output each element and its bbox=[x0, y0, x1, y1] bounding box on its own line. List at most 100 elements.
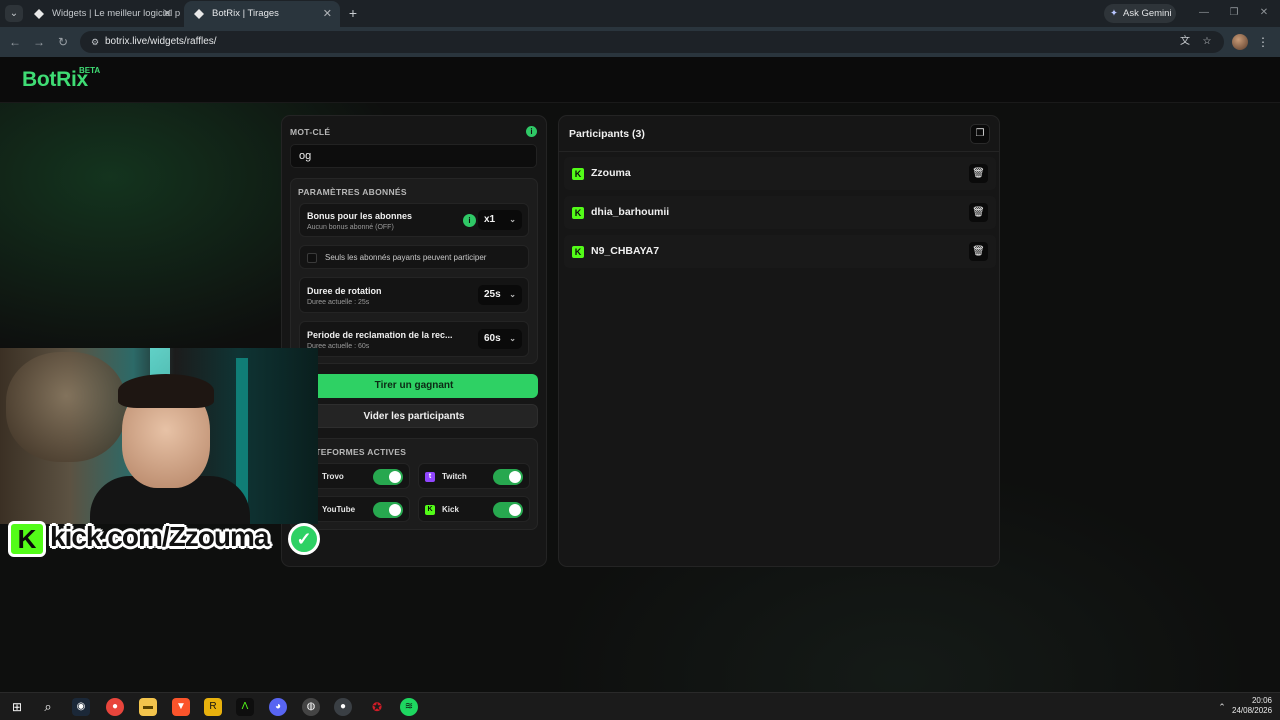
copy-icon[interactable]: ❐ bbox=[970, 124, 990, 144]
app-icon[interactable]: Λ bbox=[236, 698, 254, 716]
trovo-toggle[interactable] bbox=[373, 469, 403, 485]
browser-toolbar: ← → ↻ ⚙ botrix.live/widgets/raffles/ 文 ☆… bbox=[0, 27, 1280, 57]
toggle-knob bbox=[509, 471, 521, 483]
browser-tab-bar: ⌄ Widgets | Le meilleur logiciel p ✕ Bot… bbox=[0, 0, 1280, 27]
translate-icon[interactable]: 文 bbox=[1178, 35, 1192, 49]
claim-period-select[interactable]: 60s ⌄ bbox=[478, 329, 522, 349]
participant-row: K Zzouma 🗑 bbox=[564, 157, 996, 190]
browser-tab-botrix-tirages[interactable]: BotRix | Tirages ✕ bbox=[184, 1, 340, 27]
keyword-input[interactable] bbox=[290, 144, 537, 168]
botrix-logo[interactable]: BotRix bbox=[22, 68, 88, 92]
kick-icon: K bbox=[572, 207, 584, 219]
back-arrow-icon[interactable]: ← bbox=[6, 33, 24, 51]
participant-row: K dhia_barhoumii 🗑 bbox=[564, 196, 996, 229]
keyword-label: MOT-CLÉ bbox=[290, 127, 331, 137]
trash-icon[interactable]: 🗑 bbox=[969, 242, 988, 261]
toggle-knob bbox=[389, 471, 401, 483]
participant-row: K N9_CHBAYA7 🗑 bbox=[564, 235, 996, 268]
wall-art bbox=[6, 352, 126, 462]
restore-window-icon[interactable]: ❐ bbox=[1224, 4, 1244, 22]
brave-icon[interactable]: ▼ bbox=[172, 698, 190, 716]
minimize-window-icon[interactable]: — bbox=[1194, 4, 1214, 22]
kick-icon: K bbox=[425, 505, 435, 515]
twitch-icon: t bbox=[425, 472, 435, 482]
bonus-info-icon[interactable]: i bbox=[463, 214, 476, 227]
kick-channel-banner: K kick.com/Zzouma ✓ bbox=[8, 519, 320, 559]
rotation-title: Duree de rotation bbox=[307, 286, 382, 296]
participant-name: dhia_barhoumii bbox=[591, 206, 670, 218]
bonus-title: Bonus pour les abonnes bbox=[307, 211, 413, 221]
app-header: BotRix BETA bbox=[0, 57, 1280, 103]
discord-icon[interactable]: ◕ bbox=[269, 698, 287, 716]
participants-header: Participants (3) ❐ bbox=[559, 116, 999, 152]
chrome-active-icon[interactable]: ● bbox=[334, 698, 352, 716]
chevron-down-icon: ⌄ bbox=[509, 290, 516, 299]
bonus-multiplier-select[interactable]: x1 ⌄ bbox=[478, 210, 522, 230]
close-tab-icon[interactable]: ✕ bbox=[323, 1, 332, 27]
participant-name: N9_CHBAYA7 bbox=[591, 245, 660, 257]
browser-tab-widgets[interactable]: Widgets | Le meilleur logiciel p ✕ bbox=[24, 1, 180, 27]
ask-gemini-button[interactable]: ✦ Ask Gemini bbox=[1104, 4, 1176, 23]
draw-winner-button[interactable]: Tirer un gagnant bbox=[290, 374, 538, 398]
tab-title: Widgets | Le meilleur logiciel p bbox=[52, 8, 180, 19]
tray-chevron-up-icon[interactable]: ⌃ bbox=[1216, 699, 1228, 715]
platform-name: Trovo bbox=[322, 472, 344, 481]
close-tab-icon[interactable]: ✕ bbox=[163, 1, 172, 27]
webcam-overlay bbox=[0, 348, 318, 524]
tab-title: BotRix | Tirages bbox=[212, 8, 279, 19]
browser-menu-icon[interactable]: ⋮ bbox=[1256, 33, 1270, 51]
bookmark-star-icon[interactable]: ☆ bbox=[1200, 35, 1214, 49]
platform-name: Twitch bbox=[442, 472, 467, 481]
trash-icon[interactable]: 🗑 bbox=[969, 203, 988, 222]
kick-icon: K bbox=[572, 168, 584, 180]
paid-subscribers-only-checkbox[interactable] bbox=[307, 253, 317, 263]
gemini-sparkle-icon: ✦ bbox=[1110, 8, 1118, 19]
bonus-multiplier-value: x1 bbox=[484, 214, 496, 225]
botrix-favicon-icon bbox=[34, 9, 44, 19]
game-app-icon[interactable]: ✪ bbox=[368, 698, 386, 716]
forward-arrow-icon[interactable]: → bbox=[30, 33, 48, 51]
youtube-toggle[interactable] bbox=[373, 502, 403, 518]
windows-start-icon[interactable]: ⊞ bbox=[8, 698, 26, 716]
participant-name: Zzouma bbox=[591, 167, 631, 179]
botrix-favicon-icon bbox=[194, 9, 204, 19]
spotify-icon[interactable]: ≋ bbox=[400, 698, 418, 716]
paid-subscribers-only-row[interactable]: Seuls les abonnés payants peuvent partic… bbox=[299, 245, 529, 269]
info-icon[interactable]: i bbox=[526, 126, 537, 137]
profile-avatar[interactable] bbox=[1232, 34, 1248, 50]
new-tab-button[interactable]: + bbox=[345, 4, 361, 22]
participants-title: Participants (3) bbox=[569, 128, 645, 140]
kick-toggle[interactable] bbox=[493, 502, 523, 518]
trash-icon[interactable]: 🗑 bbox=[969, 164, 988, 183]
claim-value: 60s bbox=[484, 333, 501, 344]
tab-search-button[interactable]: ⌄ bbox=[5, 5, 23, 22]
twitch-toggle[interactable] bbox=[493, 469, 523, 485]
claim-period-row: Periode de reclamation de la rec... Dure… bbox=[299, 321, 529, 357]
rotation-value: 25s bbox=[484, 289, 501, 300]
taskbar-clock[interactable]: 20:06 24/08/2026 bbox=[1232, 696, 1272, 716]
rotation-subtitle: Duree actuelle : 25s bbox=[307, 299, 370, 306]
platform-name: YouTube bbox=[322, 505, 356, 514]
subscriber-bonus-row: Bonus pour les abonnes Aucun bonus abonn… bbox=[299, 203, 529, 237]
rotation-duration-select[interactable]: 25s ⌄ bbox=[478, 285, 522, 305]
site-info-icon[interactable]: ⚙ bbox=[88, 35, 102, 49]
verified-check-icon: ✓ bbox=[288, 523, 320, 555]
streamer-hair bbox=[118, 374, 214, 408]
platform-twitch: t Twitch bbox=[418, 463, 530, 489]
paid-subscribers-only-label: Seuls les abonnés payants peuvent partic… bbox=[325, 253, 487, 262]
bonus-subtitle: Aucun bonus abonné (OFF) bbox=[307, 224, 394, 231]
obs-icon[interactable]: ◍ bbox=[302, 698, 320, 716]
kick-channel-url: kick.com/Zzouma bbox=[50, 521, 269, 552]
rockstar-icon[interactable]: R bbox=[204, 698, 222, 716]
reload-icon[interactable]: ↻ bbox=[54, 33, 72, 51]
subscriber-settings-section: PARAMÈTRES ABONNÉS Bonus pour les abonne… bbox=[290, 178, 538, 364]
search-icon[interactable]: ⌕ bbox=[39, 698, 57, 716]
beta-badge: BETA bbox=[79, 66, 101, 75]
close-window-icon[interactable]: ✕ bbox=[1254, 4, 1274, 22]
steam-icon[interactable]: ◉ bbox=[72, 698, 90, 716]
file-explorer-icon[interactable]: ▬ bbox=[139, 698, 157, 716]
chrome-icon[interactable]: ● bbox=[106, 698, 124, 716]
platform-kick: K Kick bbox=[418, 496, 530, 522]
clear-participants-button[interactable]: Vider les participants bbox=[290, 404, 538, 428]
address-bar[interactable]: ⚙ botrix.live/widgets/raffles/ 文 ☆ bbox=[80, 31, 1224, 53]
